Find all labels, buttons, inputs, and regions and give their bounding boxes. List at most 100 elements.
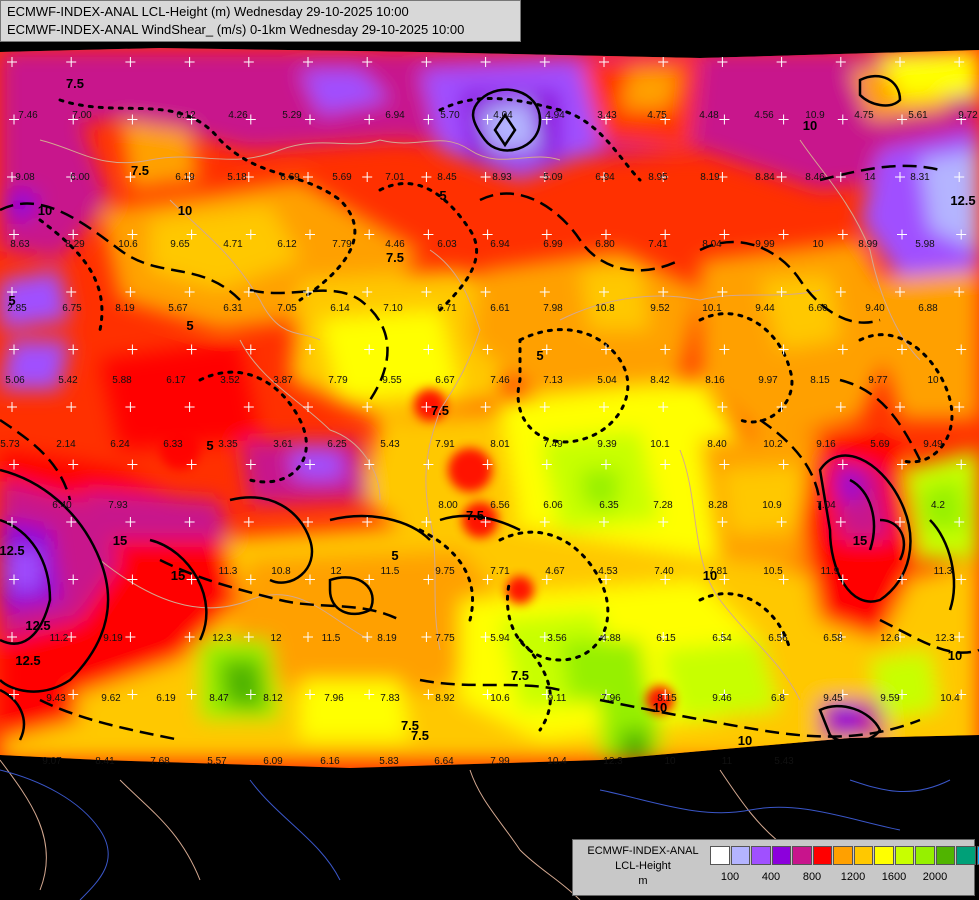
legend-swatch bbox=[771, 846, 791, 865]
station-value: 8.01 bbox=[490, 439, 510, 450]
legend-variable: LCL-Height bbox=[615, 860, 671, 872]
station-value: 9.45 bbox=[823, 693, 843, 704]
station-value: 5.69 bbox=[332, 172, 352, 183]
station-value: 11.5 bbox=[322, 633, 341, 644]
station-value: 5.98 bbox=[915, 239, 935, 250]
title-lcl-height: ECMWF-INDEX-ANAL LCL-Height (m) Wednesda… bbox=[7, 4, 409, 19]
station-value: 9.39 bbox=[597, 439, 617, 450]
station-value: 6.61 bbox=[490, 303, 510, 314]
station-value: 6.58 bbox=[823, 633, 843, 644]
station-value: 12.6 bbox=[880, 633, 900, 644]
station-value: 12.3 bbox=[603, 756, 623, 767]
station-value: 3.43 bbox=[597, 110, 617, 121]
station-value: 6.24 bbox=[110, 439, 130, 450]
station-value: 6.94 bbox=[490, 239, 510, 250]
legend-swatch bbox=[853, 846, 873, 865]
contour-value-label: 7.5 bbox=[131, 163, 149, 178]
station-value: 6.12 bbox=[176, 110, 196, 121]
station-value: 6.09 bbox=[263, 756, 283, 767]
station-value: 5.04 bbox=[597, 375, 617, 386]
station-value: 14 bbox=[864, 172, 876, 183]
station-value: 5.06 bbox=[5, 375, 25, 386]
legend-swatch bbox=[833, 846, 853, 865]
station-value: 3.61 bbox=[273, 439, 293, 450]
station-value: 9.52 bbox=[650, 303, 670, 314]
legend-swatch bbox=[751, 846, 771, 865]
contour-value-label: 7.5 bbox=[466, 508, 484, 523]
station-value: 9.72 bbox=[958, 110, 978, 121]
station-value: 12 bbox=[330, 566, 342, 577]
contour-value-label: 12.5 bbox=[15, 653, 40, 668]
legend-swatch bbox=[874, 846, 894, 865]
contour-value-label: 12.5 bbox=[950, 193, 975, 208]
station-value: 6.80 bbox=[595, 239, 615, 250]
lcl-height-field bbox=[0, 48, 979, 768]
station-value: 9.40 bbox=[865, 303, 885, 314]
contour-value-label: 15 bbox=[171, 568, 185, 583]
contour-value-label: 5 bbox=[206, 438, 213, 453]
station-value: 5.43 bbox=[774, 756, 794, 767]
station-value: 4.46 bbox=[385, 239, 405, 250]
station-value: 9.99 bbox=[755, 239, 775, 250]
station-value: 7.98 bbox=[543, 303, 563, 314]
contour-value-label: 12.5 bbox=[25, 618, 50, 633]
station-value: 12 bbox=[270, 633, 282, 644]
station-value: 7.00 bbox=[72, 110, 92, 121]
legend-swatch bbox=[894, 846, 914, 865]
station-value: 10.8 bbox=[271, 566, 291, 577]
station-value: 4.48 bbox=[699, 110, 719, 121]
contour-value-label: 10 bbox=[653, 700, 667, 715]
legend-tick-label: 100 bbox=[720, 871, 740, 883]
contour-value-label: 7.5 bbox=[431, 403, 449, 418]
station-value: 8.19 bbox=[115, 303, 135, 314]
station-value: 8.16 bbox=[705, 375, 725, 386]
station-value: 8.42 bbox=[650, 375, 670, 386]
contour-value-label: 15 bbox=[113, 533, 127, 548]
station-value: 6.69 bbox=[280, 172, 300, 183]
station-value: 5.57 bbox=[207, 756, 227, 767]
station-value: 10.8 bbox=[595, 303, 615, 314]
station-value: 7.01 bbox=[385, 172, 405, 183]
station-value: 9.11 bbox=[548, 693, 567, 704]
station-value: 4.94 bbox=[545, 110, 565, 121]
station-value: 10.4 bbox=[940, 693, 960, 704]
legend-swatch bbox=[710, 846, 730, 865]
station-value: 6.40 bbox=[52, 500, 72, 511]
station-value: 6.12 bbox=[277, 239, 297, 250]
station-value: 6.88 bbox=[918, 303, 938, 314]
station-value: 4.56 bbox=[754, 110, 774, 121]
legend-source: ECMWF-INDEX-ANAL bbox=[587, 845, 699, 857]
station-value: 8.40 bbox=[707, 439, 727, 450]
station-value: 6.35 bbox=[599, 500, 619, 511]
station-value: 6.54 bbox=[712, 633, 732, 644]
station-value: 4.75 bbox=[647, 110, 667, 121]
station-value: 7.68 bbox=[150, 756, 170, 767]
station-value: 4.26 bbox=[228, 110, 248, 121]
legend-swatch bbox=[812, 846, 832, 865]
station-value: 11.2 bbox=[50, 633, 69, 644]
station-value: 6.06 bbox=[543, 500, 563, 511]
station-value: 6.8 bbox=[771, 693, 785, 704]
station-value: 4.04 bbox=[493, 110, 513, 121]
contour-value-label: 7.5 bbox=[511, 668, 529, 683]
station-value: 7.99 bbox=[490, 756, 510, 767]
station-value: 10 bbox=[664, 756, 676, 767]
station-value: 10 bbox=[812, 239, 824, 250]
station-value: 9.44 bbox=[755, 303, 775, 314]
station-value: 5.94 bbox=[490, 633, 510, 644]
contour-value-label: 10 bbox=[803, 118, 817, 133]
station-value: 8.46 bbox=[805, 172, 825, 183]
station-value: 6.56 bbox=[768, 633, 788, 644]
station-value: 6.25 bbox=[327, 439, 347, 450]
contour-value-label: 12.5 bbox=[0, 543, 25, 558]
station-value: 9.07 bbox=[42, 756, 62, 767]
legend-swatch bbox=[915, 846, 935, 865]
station-value: 7.71 bbox=[490, 566, 510, 577]
station-value: 11 bbox=[722, 756, 733, 767]
station-value: 9.65 bbox=[170, 239, 190, 250]
station-value: 10.5 bbox=[763, 566, 783, 577]
legend-tick-label: 1200 bbox=[840, 871, 866, 883]
station-value: 8.47 bbox=[209, 693, 229, 704]
station-value: 7.96 bbox=[324, 693, 344, 704]
station-value: 7.40 bbox=[654, 566, 674, 577]
